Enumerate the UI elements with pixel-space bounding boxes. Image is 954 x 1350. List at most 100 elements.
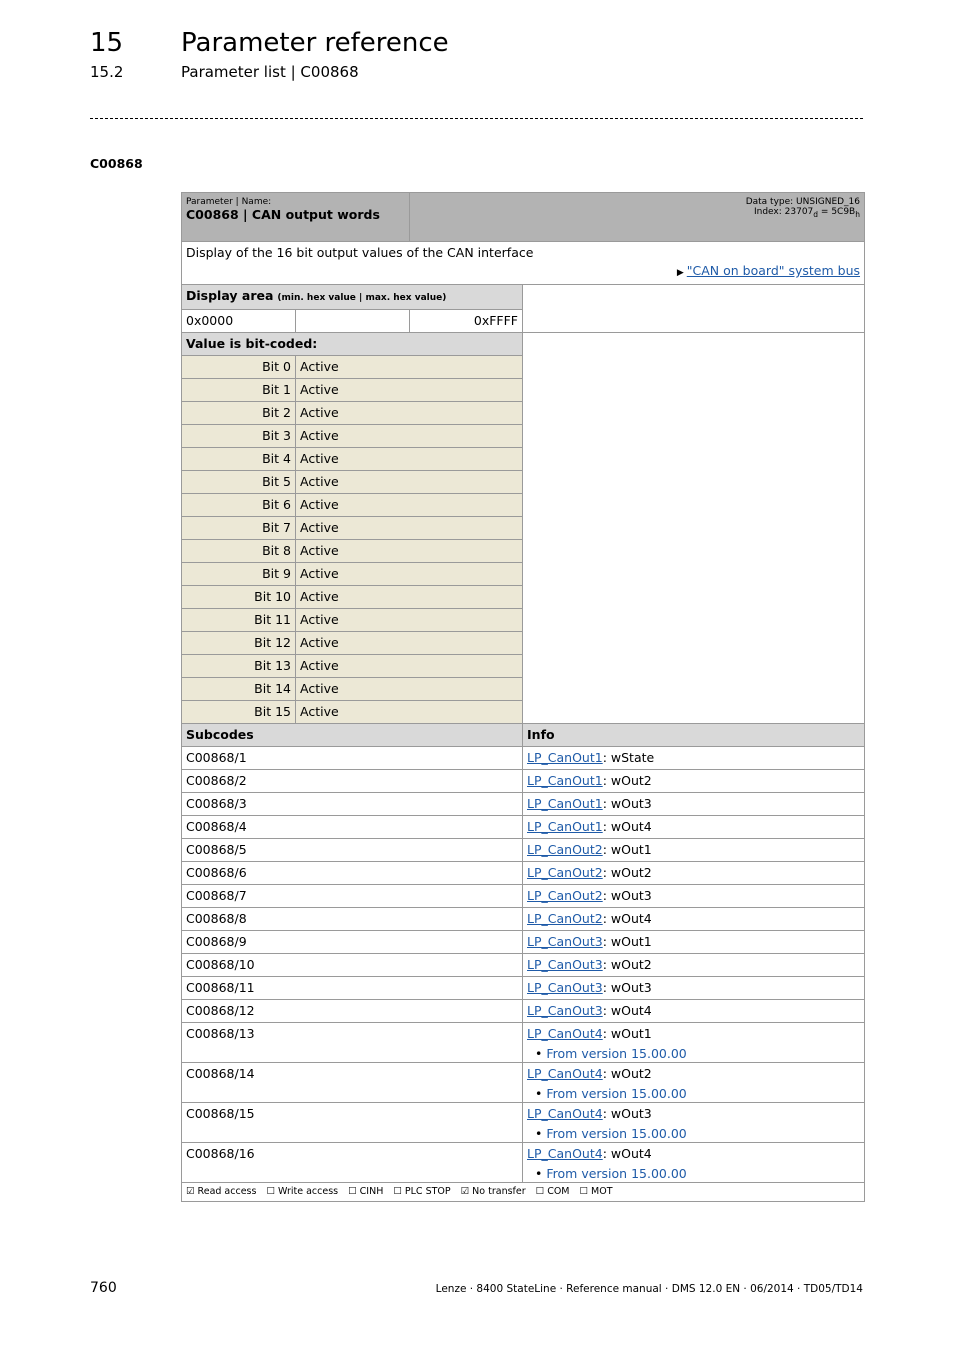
access-flag: ☐ PLC STOP (393, 1186, 450, 1197)
bit-label: Bit 6 (181, 493, 296, 517)
access-flag-label: Write access (278, 1186, 339, 1197)
bullet-icon: • (535, 1126, 547, 1141)
bit-label: Bit 1 (181, 378, 296, 402)
description-row: Display of the 16 bit output values of t… (180, 241, 866, 285)
signal-link[interactable]: LP_CanOut2 (527, 865, 603, 880)
subcode-info: LP_CanOut4: wOut1 • From version 15.00.00 (522, 1022, 866, 1063)
subcode-code: C00868/16 (180, 1142, 524, 1183)
min-value: 0x0000 (181, 309, 296, 333)
bit-value: Active (294, 493, 524, 517)
signal-link[interactable]: LP_CanOut4 (527, 1026, 603, 1041)
signal-name: : wOut3 (602, 796, 652, 811)
signal-link[interactable]: LP_CanOut2 (527, 888, 603, 903)
signal-link[interactable]: LP_CanOut1 (527, 819, 603, 834)
bit-label: Bit 3 (181, 424, 296, 448)
bitcoded-header: Value is bit-coded: (180, 332, 866, 724)
signal-link[interactable]: LP_CanOut3 (527, 934, 603, 949)
subcode-info: LP_CanOut1: wOut2 (522, 769, 866, 793)
signal-link[interactable]: LP_CanOut4 (527, 1066, 603, 1081)
bit-label: Bit 13 (181, 654, 296, 678)
signal-name: : wOut2 (602, 957, 652, 972)
bit-value: Active (294, 562, 524, 586)
subcode-row: C00868/15 LP_CanOut4: wOut3 • From version… (180, 1102, 866, 1143)
can-system-bus-link[interactable]: "CAN on board" system bus (687, 263, 860, 278)
unchecked-box-icon: ☐ (348, 1186, 360, 1197)
subcode-info: LP_CanOut1: wOut4 (522, 815, 866, 839)
signal-link[interactable]: LP_CanOut3 (527, 1003, 603, 1018)
subcode-code: C00868/1 (180, 746, 524, 770)
triangle-right-icon: ▶ (676, 268, 684, 278)
checked-box-icon: ☑ (186, 1186, 198, 1197)
signal-name: : wState (602, 750, 655, 765)
subcode-info: LP_CanOut3: wOut1 (522, 930, 866, 954)
access-flag-label: Read access (197, 1186, 257, 1197)
access-flag-label: COM (547, 1186, 570, 1197)
bit-label: Bit 5 (181, 470, 296, 494)
display-area-header: Display area (min. hex value | max. hex … (180, 284, 866, 333)
signal-link[interactable]: LP_CanOut2 (527, 842, 603, 857)
version-text: From version 15.00.00 (546, 1086, 687, 1101)
dashed-separator (90, 118, 863, 119)
signal-link[interactable]: LP_CanOut3 (527, 957, 603, 972)
signal-name: : wOut1 (602, 842, 652, 857)
subcode-code: C00868/8 (180, 907, 524, 931)
subcode-code: C00868/13 (180, 1022, 524, 1063)
bit-value: Active (294, 585, 524, 609)
access-flag: ☐ CINH (348, 1186, 383, 1197)
signal-link[interactable]: LP_CanOut3 (527, 980, 603, 995)
unchecked-box-icon: ☐ (579, 1186, 592, 1197)
subcodes-header: Subcodes (180, 723, 524, 747)
bit-value: Active (294, 516, 524, 540)
signal-link[interactable]: LP_CanOut4 (527, 1146, 603, 1161)
signal-name: : wOut3 (602, 1106, 652, 1121)
signal-link[interactable]: LP_CanOut1 (527, 750, 603, 765)
access-flag-label: PLC STOP (404, 1186, 451, 1197)
signal-link[interactable]: LP_CanOut1 (527, 796, 603, 811)
subcode-info: LP_CanOut4: wOut2 • From version 15.00.00 (522, 1062, 866, 1103)
version-note: • From version 15.00.00 (527, 1125, 860, 1142)
bit-value: Active (294, 631, 524, 655)
bit-label: Bit 15 (181, 700, 296, 724)
info-header: Info (522, 723, 866, 747)
bit-value: Active (294, 700, 524, 724)
parameter-header-row: Parameter | Name: C00868 | CAN output wo… (180, 192, 866, 242)
subcode-code: C00868/7 (180, 884, 524, 908)
bit-value: Active (294, 654, 524, 678)
subcode-code: C00868/4 (180, 815, 524, 839)
subcode-row: C00868/9 LP_CanOut3: wOut1 (180, 930, 866, 954)
parameter-table: Parameter | Name: C00868 | CAN output wo… (180, 192, 866, 1202)
signal-link[interactable]: LP_CanOut2 (527, 911, 603, 926)
subcode-info: LP_CanOut4: wOut3 • From version 15.00.00 (522, 1102, 866, 1143)
max-value: 0xFFFF (409, 309, 524, 333)
section-title: Parameter list | C00868 (181, 63, 359, 81)
bit-value: Active (294, 677, 524, 701)
subcode-info: LP_CanOut3: wOut2 (522, 953, 866, 977)
page-number: 760 (90, 1280, 117, 1296)
bit-label: Bit 11 (181, 608, 296, 632)
bit-value: Active (294, 447, 524, 471)
bit-label: Bit 7 (181, 516, 296, 540)
signal-link[interactable]: LP_CanOut4 (527, 1106, 603, 1121)
subcode-code: C00868/2 (180, 769, 524, 793)
checked-box-icon: ☑ (460, 1186, 473, 1197)
subcode-row: C00868/2 LP_CanOut1: wOut2 (180, 769, 866, 793)
version-note: • From version 15.00.00 (527, 1045, 860, 1062)
subcode-row: C00868/6 LP_CanOut2: wOut2 (180, 861, 866, 885)
access-flag-label: MOT (591, 1186, 613, 1197)
subcode-code: C00868/9 (180, 930, 524, 954)
signal-name: : wOut1 (602, 1026, 652, 1041)
access-flag: ☐ MOT (580, 1186, 613, 1197)
bit-value: Active (294, 355, 524, 379)
subcode-row: C00868/8 LP_CanOut2: wOut4 (180, 907, 866, 931)
display-area-hint: (min. hex value | max. hex value) (277, 293, 447, 303)
index: Index: 23707d = 5C9Bh (753, 207, 861, 219)
subcode-code: C00868/11 (180, 976, 524, 1000)
signal-name: : wOut4 (602, 911, 652, 926)
footer-text: Lenze · 8400 StateLine · Reference manua… (435, 1283, 863, 1295)
subcode-row: C00868/10 LP_CanOut3: wOut2 (180, 953, 866, 977)
signal-name: : wOut3 (602, 980, 652, 995)
subcode-code: C00868/6 (180, 861, 524, 885)
signal-link[interactable]: LP_CanOut1 (527, 773, 603, 788)
access-flag: ☐ COM (536, 1186, 570, 1197)
chapter-title: Parameter reference (181, 28, 449, 58)
